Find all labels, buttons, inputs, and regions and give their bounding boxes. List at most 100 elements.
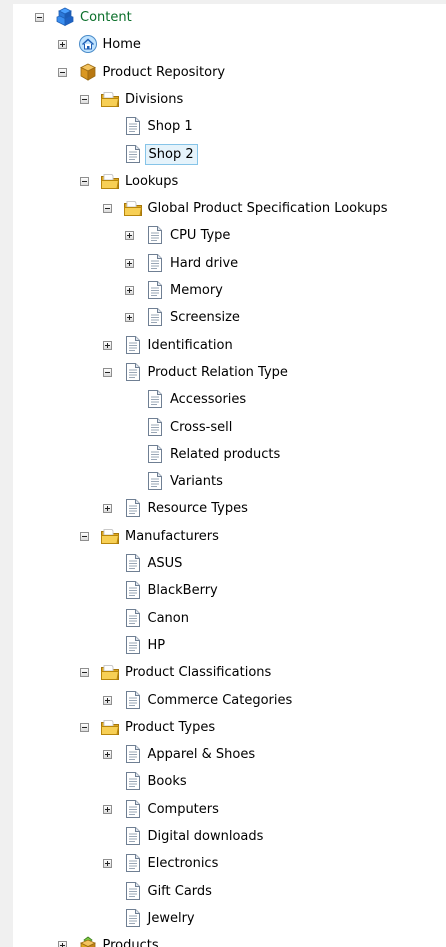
tree-node-label[interactable]: Divisions xyxy=(122,89,186,110)
document-icon xyxy=(145,444,165,464)
tree-node-label[interactable]: CPU Type xyxy=(167,225,233,246)
tree-node-label[interactable]: Screensize xyxy=(167,307,243,328)
tree-node-variants[interactable]: Variants xyxy=(13,468,446,495)
tree-node-label[interactable]: Apparel & Shoes xyxy=(145,744,259,765)
expand-icon[interactable] xyxy=(102,340,112,350)
tree-node-products[interactable]: Products xyxy=(13,932,446,947)
tree-node-books[interactable]: Books xyxy=(13,768,446,795)
tree-node-global-product-specification-lookups[interactable]: Global Product Specification Lookups xyxy=(13,195,446,222)
expand-icon[interactable] xyxy=(102,750,112,760)
tree-node-shop-2[interactable]: Shop 2 xyxy=(13,141,446,168)
tree-node-label[interactable]: Books xyxy=(145,771,190,792)
tree-node-label[interactable]: Variants xyxy=(167,471,226,492)
tree-node-label[interactable]: Content xyxy=(77,7,135,28)
tree-node-asus[interactable]: ASUS xyxy=(13,550,446,577)
tree-node-screensize[interactable]: Screensize xyxy=(13,304,446,331)
expand-icon[interactable] xyxy=(102,804,112,814)
document-icon xyxy=(123,635,143,655)
tree-node-label[interactable]: Cross-sell xyxy=(167,417,235,438)
tree-node-label[interactable]: ASUS xyxy=(145,553,186,574)
tree-node-manufacturers[interactable]: Manufacturers xyxy=(13,523,446,550)
tree-node-product-relation-type[interactable]: Product Relation Type xyxy=(13,359,446,386)
tree-node-label[interactable]: Jewelry xyxy=(145,908,198,929)
tree-node-canon[interactable]: Canon xyxy=(13,605,446,632)
tree-node-label[interactable]: Product Types xyxy=(122,717,218,738)
tree-node-product-classifications[interactable]: Product Classifications xyxy=(13,659,446,686)
tree-node-shop-1[interactable]: Shop 1 xyxy=(13,113,446,140)
tree-node-commerce-categories[interactable]: Commerce Categories xyxy=(13,687,446,714)
tree-node-label[interactable]: Shop 2 xyxy=(144,143,198,165)
collapse-icon[interactable] xyxy=(102,204,112,214)
tree-node-label[interactable]: Resource Types xyxy=(145,498,251,519)
expand-icon[interactable] xyxy=(102,504,112,514)
tree-node-electronics[interactable]: Electronics xyxy=(13,850,446,877)
document-icon xyxy=(145,307,165,327)
document-icon xyxy=(123,116,143,136)
tree-node-label[interactable]: Gift Cards xyxy=(145,881,215,902)
tree-node-divisions[interactable]: Divisions xyxy=(13,86,446,113)
tree-node-label[interactable]: HP xyxy=(145,635,169,656)
collapse-icon[interactable] xyxy=(57,67,67,77)
tree-node-computers[interactable]: Computers xyxy=(13,796,446,823)
tree-node-identification[interactable]: Identification xyxy=(13,332,446,359)
expand-icon[interactable] xyxy=(57,40,67,50)
tree-node-digital-downloads[interactable]: Digital downloads xyxy=(13,823,446,850)
tree-node-label[interactable]: Accessories xyxy=(167,389,249,410)
tree-node-blackberry[interactable]: BlackBerry xyxy=(13,577,446,604)
tree-node-label[interactable]: Manufacturers xyxy=(122,526,222,547)
expand-icon[interactable] xyxy=(125,286,134,295)
expand-icon[interactable] xyxy=(125,313,134,323)
tree-node-label[interactable]: Identification xyxy=(145,335,236,356)
expand-icon[interactable] xyxy=(57,941,67,947)
tree-node-lookups[interactable]: Lookups xyxy=(13,168,446,195)
tree-node-label[interactable]: Digital downloads xyxy=(145,826,267,847)
tree-node-label[interactable]: Memory xyxy=(167,280,226,301)
tree-node-label[interactable]: Lookups xyxy=(122,171,181,192)
tree-node-label[interactable]: Shop 1 xyxy=(145,116,196,137)
tree-node-gift-cards[interactable]: Gift Cards xyxy=(13,878,446,905)
document-icon xyxy=(123,744,143,764)
expand-icon[interactable] xyxy=(125,258,134,268)
expand-icon[interactable] xyxy=(102,695,112,705)
expand-icon[interactable] xyxy=(102,859,112,869)
collapse-icon[interactable] xyxy=(80,176,89,186)
tree-node-label[interactable]: Electronics xyxy=(145,853,222,874)
tree-node-accessories[interactable]: Accessories xyxy=(13,386,446,413)
tree-node-hp[interactable]: HP xyxy=(13,632,446,659)
collapse-icon[interactable] xyxy=(80,668,89,678)
tree-node-label[interactable]: Hard drive xyxy=(167,253,241,274)
tree-node-apparel-and-shoes[interactable]: Apparel & Shoes xyxy=(13,741,446,768)
collapse-icon[interactable] xyxy=(80,531,89,541)
tree-node-label[interactable]: Products xyxy=(100,935,162,947)
collapse-icon[interactable] xyxy=(80,94,89,104)
tree-node-cpu-type[interactable]: CPU Type xyxy=(13,222,446,249)
tree-node-label[interactable]: Product Relation Type xyxy=(145,362,291,383)
collapse-icon[interactable] xyxy=(102,367,112,377)
tree-node-label[interactable]: Commerce Categories xyxy=(145,690,296,711)
products-icon xyxy=(78,935,98,947)
tree-node-label[interactable]: Product Classifications xyxy=(122,662,274,683)
tree-node-label[interactable]: Home xyxy=(100,34,144,55)
tree-node-jewelry[interactable]: Jewelry xyxy=(13,905,446,932)
tree-node-content[interactable]: Content xyxy=(13,4,446,31)
document-icon xyxy=(145,253,165,273)
document-icon xyxy=(123,144,143,164)
tree-node-label[interactable]: Related products xyxy=(167,444,283,465)
document-icon xyxy=(123,826,143,846)
collapse-icon[interactable] xyxy=(35,13,44,22)
tree-node-cross-sell[interactable]: Cross-sell xyxy=(13,414,446,441)
tree-node-label[interactable]: Canon xyxy=(145,608,192,629)
tree-node-product-types[interactable]: Product Types xyxy=(13,714,446,741)
tree-node-label[interactable]: Global Product Specification Lookups xyxy=(145,198,391,219)
tree-node-home[interactable]: Home xyxy=(13,31,446,58)
tree-node-label[interactable]: Computers xyxy=(145,799,222,820)
tree-node-label[interactable]: BlackBerry xyxy=(145,580,221,601)
tree-node-related-products[interactable]: Related products xyxy=(13,441,446,468)
tree-node-hard-drive[interactable]: Hard drive xyxy=(13,250,446,277)
tree-node-label[interactable]: Product Repository xyxy=(100,62,229,83)
collapse-icon[interactable] xyxy=(80,722,89,732)
expand-icon[interactable] xyxy=(125,231,134,241)
tree-node-product-repository[interactable]: Product Repository xyxy=(13,59,446,86)
tree-node-resource-types[interactable]: Resource Types xyxy=(13,495,446,522)
tree-node-memory[interactable]: Memory xyxy=(13,277,446,304)
